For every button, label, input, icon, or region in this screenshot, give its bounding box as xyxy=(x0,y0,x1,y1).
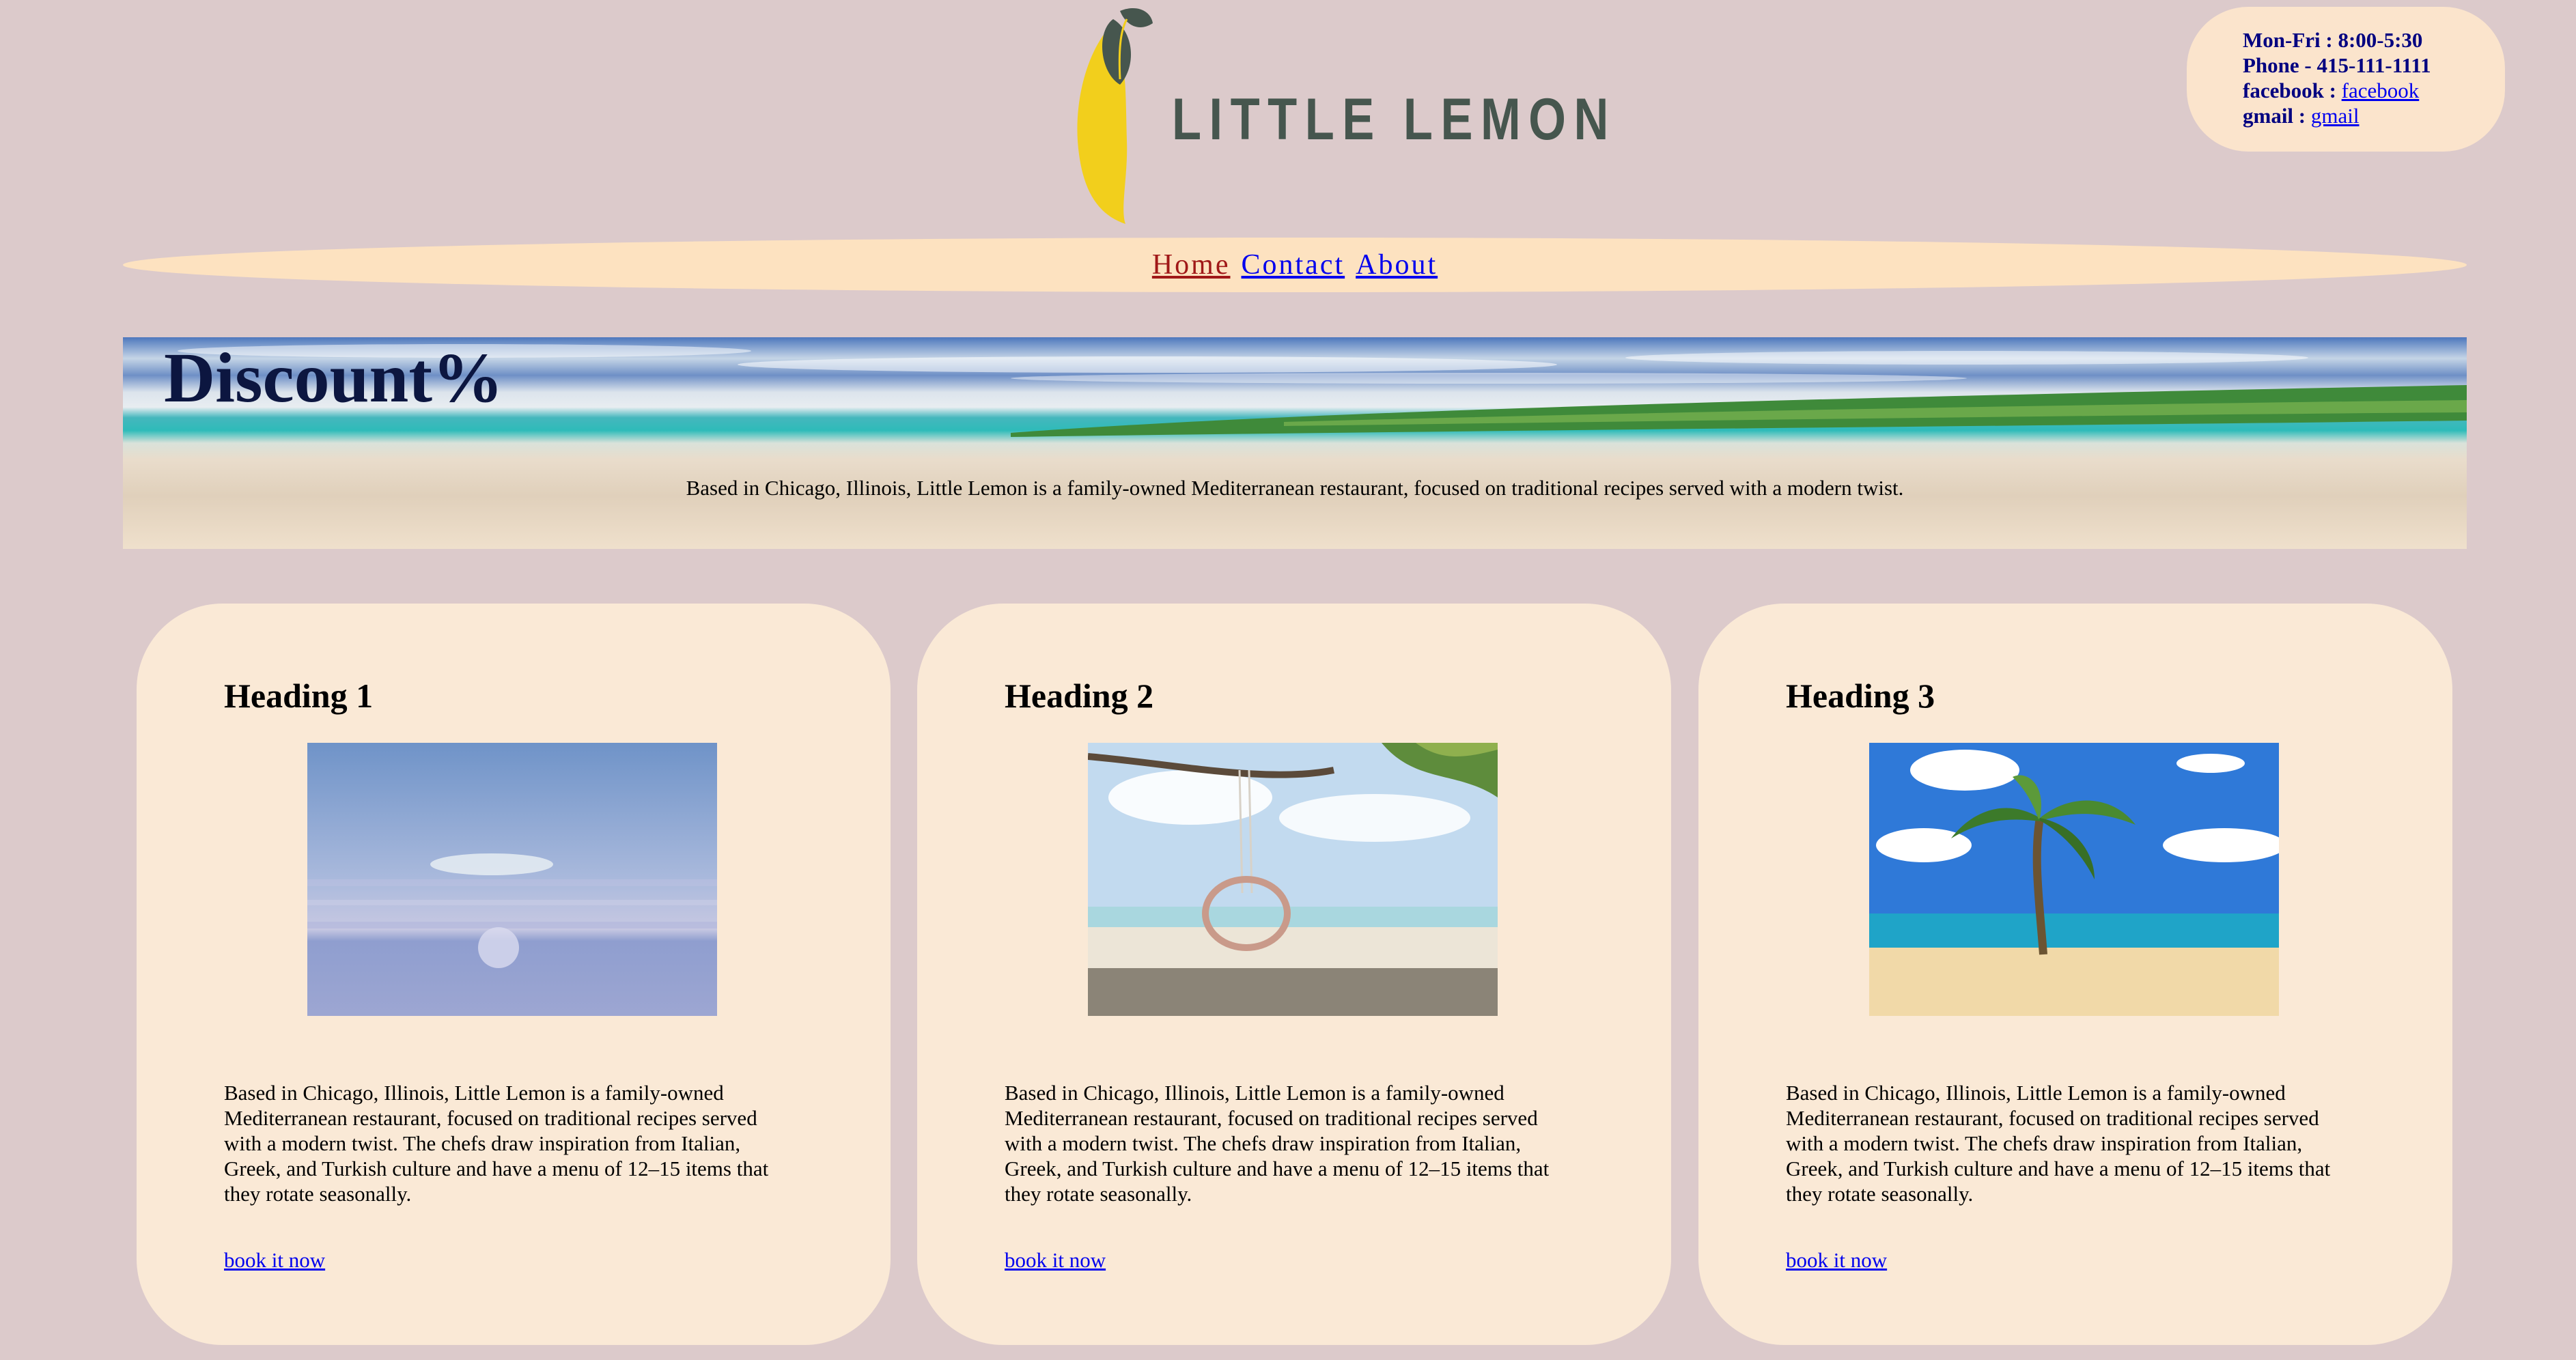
card-heading: Heading 1 xyxy=(224,677,374,715)
beach-swing-image xyxy=(1088,743,1498,1016)
contact-info-box: Mon-Fri : 8:00-5:30 Phone - 415-111-1111… xyxy=(2187,7,2505,152)
card-description: Based in Chicago, Illinois, Little Lemon… xyxy=(224,1081,769,1206)
hero-description: Based in Chicago, Illinois, Little Lemon… xyxy=(686,476,1904,500)
card-3: Heading 3 Based in Chicago, Illinois, Li… xyxy=(1698,604,2452,1345)
lemon-icon xyxy=(1077,8,1153,224)
facebook-link[interactable]: facebook xyxy=(2342,79,2420,102)
card-heading: Heading 2 xyxy=(1005,677,1154,715)
card-2: Heading 2 Based in Chicago, Illinois, Li… xyxy=(917,604,1671,1345)
card-description: Based in Chicago, Illinois, Little Lemon… xyxy=(1005,1081,1550,1206)
card-heading: Heading 3 xyxy=(1786,677,1935,715)
facebook-label: facebook : xyxy=(2243,79,2336,102)
card-description: Based in Chicago, Illinois, Little Lemon… xyxy=(1786,1081,2331,1206)
book-now-link[interactable]: book it now xyxy=(1786,1248,1887,1273)
hero-title: Discount% xyxy=(164,339,503,417)
book-now-link[interactable]: book it now xyxy=(224,1248,325,1273)
palm-tree-beach-image xyxy=(1869,743,2279,1016)
facebook-row: facebook : facebook xyxy=(2243,78,2505,103)
sunset-sea-image xyxy=(307,743,717,1016)
main-nav: Home Contact About xyxy=(123,238,2467,292)
business-hours: Mon-Fri : 8:00-5:30 xyxy=(2243,28,2423,52)
gmail-link[interactable]: gmail xyxy=(2311,104,2360,128)
card-1: Heading 1 Based in Chicago, Illinois, Li… xyxy=(137,604,891,1345)
hero-banner: Discount% Based in Chicago, Illinois, Li… xyxy=(123,337,2467,549)
nav-contact-link[interactable]: Contact xyxy=(1242,249,1345,281)
nav-about-link[interactable]: About xyxy=(1356,249,1438,281)
nav-home-link[interactable]: Home xyxy=(1152,249,1231,281)
book-now-link[interactable]: book it now xyxy=(1005,1248,1106,1273)
gmail-row: gmail : gmail xyxy=(2243,103,2505,128)
phone-number: Phone - 415-111-1111 xyxy=(2243,53,2431,77)
gmail-label: gmail : xyxy=(2243,104,2306,128)
logo[interactable]: LITTLE LEMON xyxy=(1072,4,1608,229)
logo-wordmark: LITTLE LEMON xyxy=(1172,87,1616,152)
